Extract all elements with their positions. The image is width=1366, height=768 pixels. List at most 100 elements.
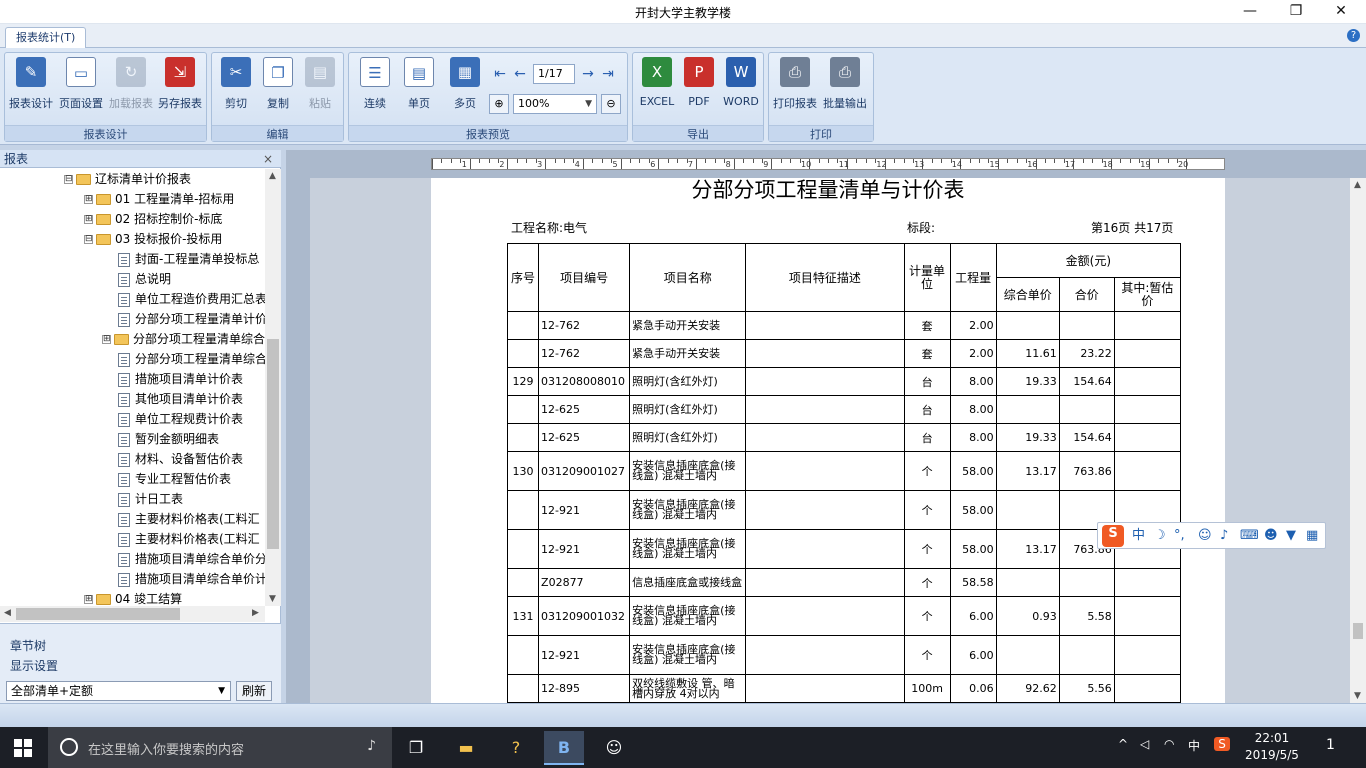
zoom-in-icon[interactable]: ⊕ [489, 94, 509, 114]
display-settings-link[interactable]: 显示设置 [10, 657, 58, 674]
scroll-thumb[interactable] [16, 608, 180, 620]
taskbar-search[interactable]: 在这里输入你要搜索的内容 ♪ [48, 727, 392, 768]
multi-page-button[interactable]: ▦ 多页 [441, 57, 489, 113]
export-pdf-button[interactable]: P PDF [675, 57, 723, 113]
tree-item[interactable]: 单位工程造价费用汇总表 [118, 289, 265, 309]
budget-app-icon[interactable]: B [544, 731, 584, 765]
single-page-button[interactable]: ▤ 单页 [395, 57, 443, 113]
sogou-tray-icon[interactable]: S [1214, 737, 1230, 751]
tree-item[interactable]: 专业工程暂估价表 [118, 469, 231, 489]
page-setup-button[interactable]: ▭ 页面设置 [57, 57, 105, 113]
ime-lang-toggle[interactable]: 中 [1132, 527, 1145, 545]
task-view-icon[interactable]: ❐ [396, 731, 436, 765]
batch-output-button[interactable]: ⎙ 批量输出 [821, 57, 869, 113]
close-button[interactable]: ✕ [1318, 0, 1364, 24]
volume-icon[interactable]: ◁ [1140, 737, 1149, 751]
tree-item[interactable]: 封面-工程量清单投标总 [118, 249, 259, 269]
tree-item[interactable]: 分部分项工程量清单综合 [118, 349, 265, 369]
maximize-button[interactable]: ❐ [1273, 0, 1319, 24]
tree-item[interactable]: ⊞ 分部分项工程量清单综合 [102, 329, 265, 349]
tree-item[interactable]: ⊟ 03 投标报价-投标用 [84, 229, 222, 249]
punctuation-icon[interactable]: °, [1174, 527, 1185, 545]
load-report-button[interactable]: ↻ 加载报表 [107, 57, 155, 113]
minimize-button[interactable]: — [1227, 0, 1273, 24]
tree-item[interactable]: 主要材料价格表(工料汇 [118, 509, 260, 529]
network-icon[interactable]: ◠ [1164, 737, 1174, 751]
microphone-icon[interactable]: ♪ [1220, 527, 1228, 545]
report-design-button[interactable]: ✎ 报表设计 [7, 57, 55, 113]
section-label: 标段: [907, 221, 936, 235]
zoom-select[interactable]: 100% ▼ [513, 94, 597, 114]
scroll-down-icon[interactable]: ▼ [1354, 691, 1361, 701]
taskbar-clock[interactable]: 22:01 2019/5/5 [1240, 730, 1304, 764]
continuous-button[interactable]: ☰ 连续 [351, 57, 399, 113]
tree-item[interactable]: 分部分项工程量清单计价 [118, 309, 265, 329]
tree-item[interactable]: ⊞ 02 招标控制价-标底 [84, 209, 222, 229]
tree-item[interactable]: 其他项目清单计价表 [118, 389, 243, 409]
prev-page-icon[interactable]: ← [511, 65, 529, 83]
panel-close-icon[interactable]: × [263, 150, 273, 168]
tree-item[interactable]: 计日工表 [118, 489, 183, 509]
cut-button[interactable]: ✂ 剪切 [212, 57, 260, 113]
tree-item[interactable]: 暂列金额明细表 [118, 429, 219, 449]
first-page-icon[interactable]: ⇤ [491, 65, 509, 83]
cell-qty: 58.58 [949, 568, 997, 597]
tree-item[interactable]: ⊞ 04 竣工结算 [84, 589, 182, 606]
collapse-icon[interactable]: ⊟ [64, 175, 73, 184]
paste-button[interactable]: ▤ 粘贴 [296, 57, 344, 113]
scroll-right-icon[interactable]: ▶ [252, 608, 259, 618]
scroll-down-icon[interactable]: ▼ [269, 594, 276, 604]
help-app-icon[interactable]: ? [496, 731, 536, 765]
print-report-button[interactable]: ⎙ 打印报表 [771, 57, 819, 113]
keyboard-icon[interactable]: ⌨ [1240, 527, 1259, 545]
chapter-tree-link[interactable]: 章节树 [10, 637, 46, 654]
scroll-thumb[interactable] [1353, 623, 1363, 639]
zoom-out-icon[interactable]: ⊖ [601, 94, 621, 114]
tree-item[interactable]: 总说明 [118, 269, 171, 289]
expand-icon[interactable]: ⊞ [84, 195, 93, 204]
tree-item[interactable]: 措施项目清单计价表 [118, 369, 243, 389]
microphone-icon[interactable]: ♪ [367, 738, 376, 754]
emoji-icon[interactable]: ☺ [1198, 527, 1212, 545]
scroll-thumb[interactable] [267, 339, 279, 549]
export-word-button[interactable]: W WORD [717, 57, 765, 113]
expand-icon[interactable]: ⊞ [84, 595, 93, 604]
tree-item[interactable]: 措施项目清单综合单价分 [118, 549, 265, 569]
avatar-app-icon[interactable]: ☺ [594, 731, 634, 765]
tree-item[interactable]: ⊞ 01 工程量清单-招标用 [84, 189, 234, 209]
tree-item[interactable]: 材料、设备暂估价表 [118, 449, 243, 469]
tree-item[interactable]: 主要材料价格表(工料汇 [118, 529, 260, 549]
scroll-left-icon[interactable]: ◀ [4, 608, 11, 618]
help-icon[interactable]: ? [1347, 29, 1360, 42]
windows-start-icon[interactable] [14, 739, 32, 757]
last-page-icon[interactable]: ⇥ [599, 65, 617, 83]
export-excel-button[interactable]: X EXCEL [633, 57, 681, 113]
tree-vertical-scrollbar[interactable]: ▲ ▼ [265, 169, 281, 606]
collapse-icon[interactable]: ⊟ [84, 235, 93, 244]
tree-item[interactable]: 单位工程规费计价表 [118, 409, 243, 429]
tree-horizontal-scrollbar[interactable]: ◀ ▶ [0, 606, 265, 622]
copy-button[interactable]: ❐ 复制 [254, 57, 302, 113]
skin-icon[interactable]: ▼ [1286, 527, 1296, 545]
file-explorer-icon[interactable]: ▬ [446, 731, 486, 765]
tab-report-statistics[interactable]: 报表统计(T) [5, 27, 87, 49]
save-report-button[interactable]: ⇲ 另存报表 [156, 57, 204, 113]
page-number-input[interactable]: 1/17 [533, 64, 575, 84]
moon-icon[interactable]: ☽ [1154, 527, 1166, 545]
ime-language-indicator[interactable]: 中 [1188, 737, 1200, 754]
user-icon[interactable]: ☻ [1264, 527, 1278, 545]
preview-vertical-scrollbar[interactable]: ▲ ▼ [1350, 178, 1366, 703]
expand-icon[interactable]: ⊞ [102, 335, 111, 344]
tray-expand-icon[interactable]: ^ [1118, 737, 1128, 751]
next-page-icon[interactable]: → [579, 65, 597, 83]
sogou-logo-icon[interactable]: S [1102, 525, 1124, 547]
scroll-up-icon[interactable]: ▲ [269, 171, 276, 181]
notification-icon[interactable]: 1 [1326, 737, 1335, 753]
scroll-up-icon[interactable]: ▲ [1354, 180, 1361, 190]
tree-item[interactable]: ⊟ 辽标清单计价报表 [64, 169, 191, 189]
expand-icon[interactable]: ⊞ [84, 215, 93, 224]
refresh-button[interactable]: 刷新 [236, 681, 272, 701]
filter-select[interactable]: 全部清单+定额 ▼ [6, 681, 231, 701]
grid-menu-icon[interactable]: ▦ [1306, 527, 1318, 545]
tree-item[interactable]: 措施项目清单综合单价计 [118, 569, 265, 589]
